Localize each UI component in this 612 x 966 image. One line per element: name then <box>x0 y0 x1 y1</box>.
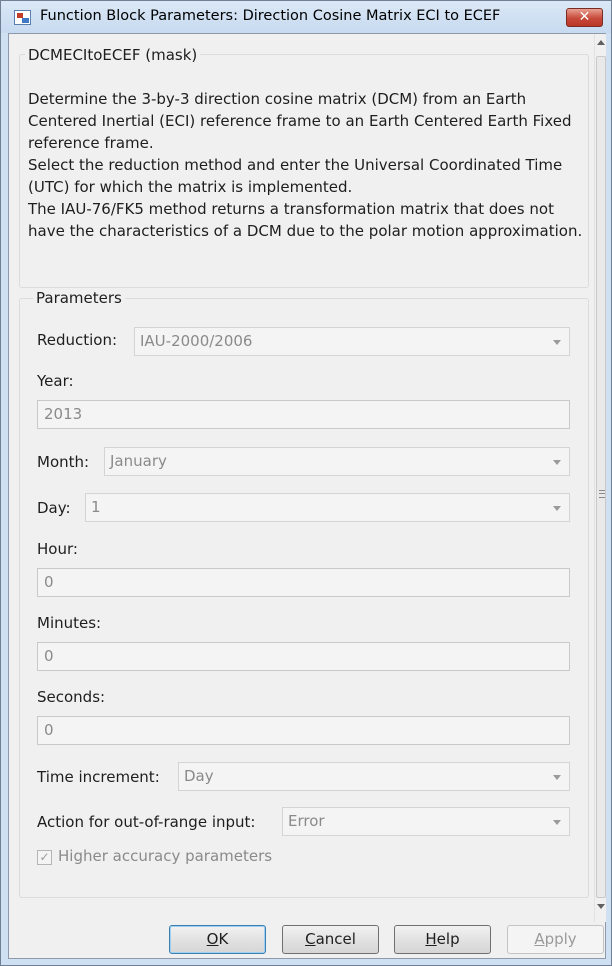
parameters-scroll-area: DCMECItoECEF (mask) Determine the 3-by-3… <box>9 34 593 922</box>
out-of-range-action-dropdown[interactable]: Error <box>282 807 570 836</box>
seconds-input[interactable]: 0 <box>37 716 570 745</box>
apply-button[interactable]: Apply <box>507 925 604 954</box>
time-increment-dropdown[interactable]: Day <box>178 762 570 791</box>
help-mnemonic: H <box>425 930 437 948</box>
mask-description: Determine the 3-by-3 direction cosine ma… <box>28 88 584 242</box>
month-value: January <box>110 452 167 470</box>
scroll-down-arrow-icon[interactable] <box>597 904 605 909</box>
ok-label-rest: K <box>218 930 229 948</box>
ok-mnemonic: O <box>206 930 219 948</box>
time-increment-label: Time increment: <box>37 768 160 786</box>
minutes-input[interactable]: 0 <box>37 642 570 671</box>
day-value: 1 <box>91 498 101 516</box>
hour-label: Hour: <box>37 540 78 558</box>
dialog-client-area: DCMECItoECEF (mask) Determine the 3-by-3… <box>8 33 606 959</box>
apply-label-rest: pply <box>544 930 577 948</box>
time-increment-value: Day <box>184 767 214 785</box>
chevron-down-icon <box>553 506 561 511</box>
dialog-window: Function Block Parameters: Direction Cos… <box>0 0 612 966</box>
help-button[interactable]: Help <box>394 925 491 954</box>
month-label: Month: <box>37 453 90 471</box>
chevron-down-icon <box>553 460 561 465</box>
description-paragraph-1: Determine the 3-by-3 direction cosine ma… <box>28 90 572 152</box>
grip-icon <box>599 490 605 498</box>
out-of-range-action-label: Action for out-of-range input: <box>37 813 256 831</box>
month-dropdown[interactable]: January <box>104 447 570 476</box>
year-input[interactable]: 2013 <box>37 400 570 429</box>
description-paragraph-3: The IAU-76/FK5 method returns a transfor… <box>28 200 583 240</box>
higher-accuracy-checkbox[interactable]: ✓ <box>37 850 52 865</box>
seconds-label: Seconds: <box>37 688 106 706</box>
year-label: Year: <box>37 372 74 390</box>
scrollbar-thumb[interactable] <box>596 56 606 898</box>
ok-button[interactable]: OK <box>169 925 266 954</box>
chevron-down-icon <box>553 340 561 345</box>
description-paragraph-2: Select the reduction method and enter th… <box>28 156 563 196</box>
reduction-dropdown[interactable]: IAU-2000/2006 <box>134 327 570 356</box>
help-label-rest: elp <box>436 930 460 948</box>
higher-accuracy-label: Higher accuracy parameters <box>58 847 273 865</box>
cancel-mnemonic: C <box>305 930 316 948</box>
day-label: Day: <box>37 499 71 517</box>
cancel-label-rest: ancel <box>315 930 356 948</box>
scroll-up-arrow-icon[interactable] <box>597 40 605 45</box>
out-of-range-action-value: Error <box>288 812 325 830</box>
day-dropdown[interactable]: 1 <box>85 493 570 522</box>
window-title: Function Block Parameters: Direction Cos… <box>40 8 501 24</box>
close-button[interactable]: ✕ <box>566 8 603 27</box>
cancel-button[interactable]: Cancel <box>282 925 379 954</box>
chevron-down-icon <box>553 820 561 825</box>
reduction-label: Reduction: <box>37 331 118 349</box>
reduction-value: IAU-2000/2006 <box>140 332 253 350</box>
mask-title: DCMECItoECEF (mask) <box>25 46 201 64</box>
vertical-scrollbar[interactable] <box>594 34 606 922</box>
simulink-block-icon <box>14 10 31 25</box>
hour-input[interactable]: 0 <box>37 568 570 597</box>
parameters-title: Parameters <box>33 289 125 307</box>
chevron-down-icon <box>553 775 561 780</box>
apply-mnemonic: A <box>534 930 545 948</box>
title-bar[interactable]: Function Block Parameters: Direction Cos… <box>1 1 611 33</box>
minutes-label: Minutes: <box>37 614 102 632</box>
